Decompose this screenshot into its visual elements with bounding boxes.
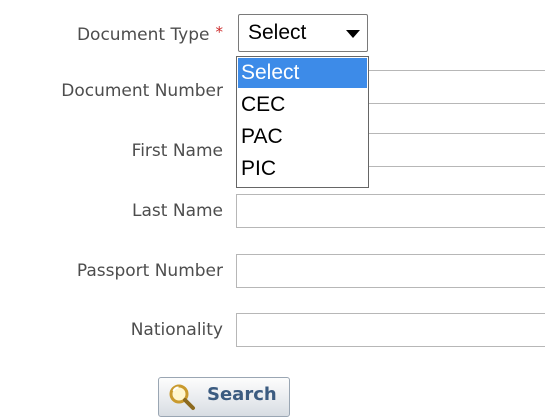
document-type-label-text: Document Type xyxy=(76,25,210,45)
dropdown-option-select[interactable]: Select xyxy=(238,58,367,88)
last-name-field[interactable] xyxy=(236,194,545,228)
document-type-label: Document Type * xyxy=(77,22,223,45)
first-name-label: First Name xyxy=(131,141,223,161)
dropdown-option-pic[interactable]: PIC xyxy=(238,154,367,184)
dropdown-option-pac[interactable]: PAC xyxy=(238,122,367,152)
document-type-select-value: Select xyxy=(248,21,307,44)
passport-number-label: Passport Number xyxy=(76,261,223,281)
document-type-select[interactable]: Select xyxy=(238,14,368,52)
nationality-label: Nationality xyxy=(130,320,223,340)
search-button[interactable]: Search xyxy=(158,377,290,417)
nationality-field[interactable] xyxy=(236,313,545,347)
magnifier-icon xyxy=(169,384,195,410)
dropdown-option-cec[interactable]: CEC xyxy=(238,90,367,120)
search-button-label: Search xyxy=(207,384,277,405)
document-type-dropdown-list: Select CEC PAC PIC xyxy=(236,56,369,188)
required-marker: * xyxy=(215,23,224,41)
chevron-down-icon xyxy=(346,30,360,38)
passport-number-field[interactable] xyxy=(236,254,545,288)
last-name-label: Last Name xyxy=(132,201,223,221)
document-number-label: Document Number xyxy=(61,81,223,101)
